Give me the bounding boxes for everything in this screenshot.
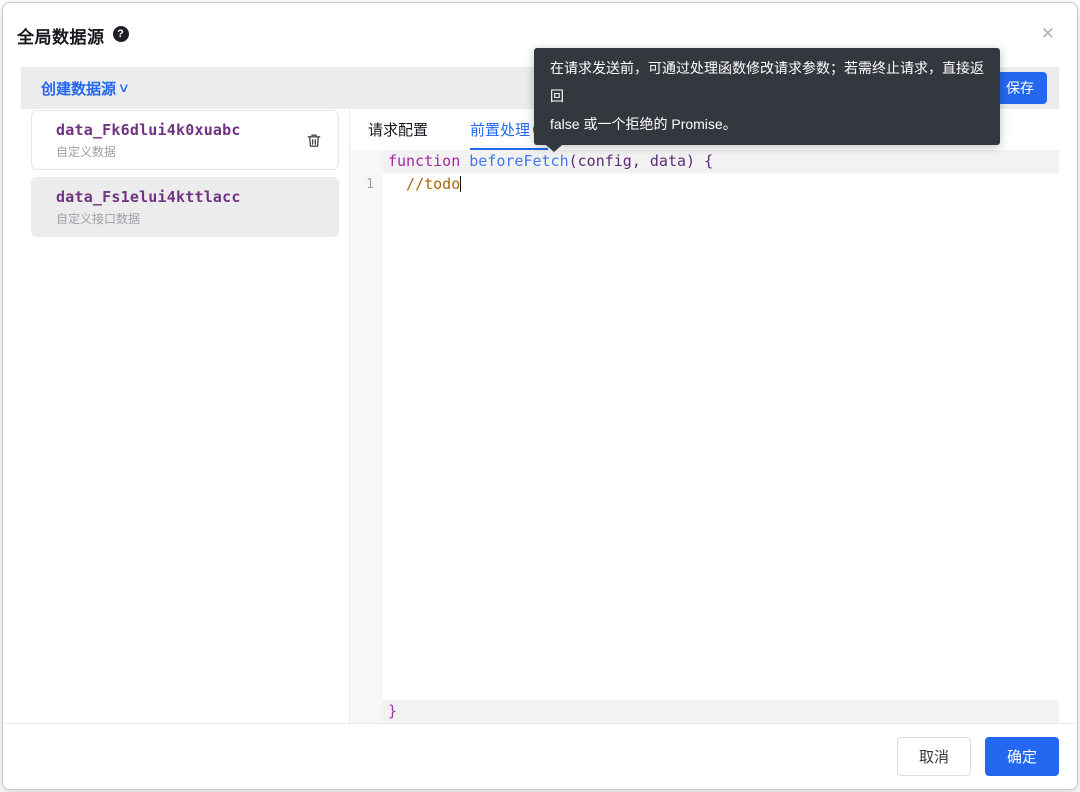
cancel-button[interactable]: 取消 <box>897 737 971 776</box>
datasource-item-1[interactable]: data_Fk6dlui4k0xuabc 自定义数据 <box>31 110 339 170</box>
datasource-name: data_Fs1elui4kttlacc <box>56 188 241 206</box>
text-cursor <box>460 176 461 192</box>
tab-request-config[interactable]: 请求配置 <box>368 109 428 150</box>
confirm-button[interactable]: 确定 <box>985 737 1059 776</box>
pre-process-help-tooltip: 在请求发送前，可通过处理函数修改请求参数；若需终止请求，直接返回 false 或… <box>534 48 1000 145</box>
code-token-keyword: function <box>388 152 469 170</box>
save-button[interactable]: 保存 <box>993 72 1047 104</box>
code-wrapper-open-line: function beforeFetch(config, data) { <box>350 150 1059 173</box>
line-number: 1 <box>350 173 383 196</box>
code-line-1[interactable]: 1 //todo <box>350 173 1059 196</box>
content-area: data_Fk6dlui4k0xuabc 自定义数据 data_Fs1elui4… <box>21 109 1059 723</box>
code-token-function-name: beforeFetch <box>469 152 568 170</box>
code-token-closing-brace: } <box>388 702 397 720</box>
dialog-body: 创建数据源 ∨ 保存 data_Fk6dlui4k0xuabc 自定义数据 <box>21 67 1059 723</box>
dialog-title: 全局数据源 <box>17 23 105 48</box>
trash-icon <box>306 132 322 149</box>
datasource-list: data_Fk6dlui4k0xuabc 自定义数据 data_Fs1elui4… <box>21 109 350 723</box>
chevron-down-icon: ∨ <box>118 80 130 96</box>
datasource-type: 自定义数据 <box>56 143 241 160</box>
delete-datasource-button[interactable] <box>304 130 324 151</box>
tooltip-line: false 或一个拒绝的 Promise。 <box>550 110 984 138</box>
code-wrapper-close-line: } <box>350 700 1059 723</box>
code-token-params: (config, data) { <box>569 152 714 170</box>
create-datasource-dropdown[interactable]: 创建数据源 ∨ <box>41 78 129 99</box>
code-empty-area[interactable] <box>350 196 1059 700</box>
code-token-comment: //todo <box>388 175 460 193</box>
title-help-icon[interactable]: ? <box>113 26 129 42</box>
close-icon[interactable]: ✕ <box>1039 23 1057 44</box>
editor-panel: 请求配置 前置处理 ? 数据处理 ? 错误处理 <box>350 109 1059 723</box>
datasource-name: data_Fk6dlui4k0xuabc <box>56 121 241 139</box>
dialog-footer: 取消 确定 <box>3 723 1077 789</box>
code-editor[interactable]: function beforeFetch(config, data) { 1 /… <box>350 150 1059 723</box>
datasource-type: 自定义接口数据 <box>56 210 241 227</box>
tooltip-line: 在请求发送前，可通过处理函数修改请求参数；若需终止请求，直接返回 <box>550 54 984 110</box>
global-datasource-dialog: 全局数据源 ? ✕ 创建数据源 ∨ 保存 data_Fk6dlui4k0xuab… <box>2 2 1078 790</box>
datasource-item-2[interactable]: data_Fs1elui4kttlacc 自定义接口数据 <box>31 177 339 237</box>
create-datasource-label: 创建数据源 <box>41 78 116 99</box>
